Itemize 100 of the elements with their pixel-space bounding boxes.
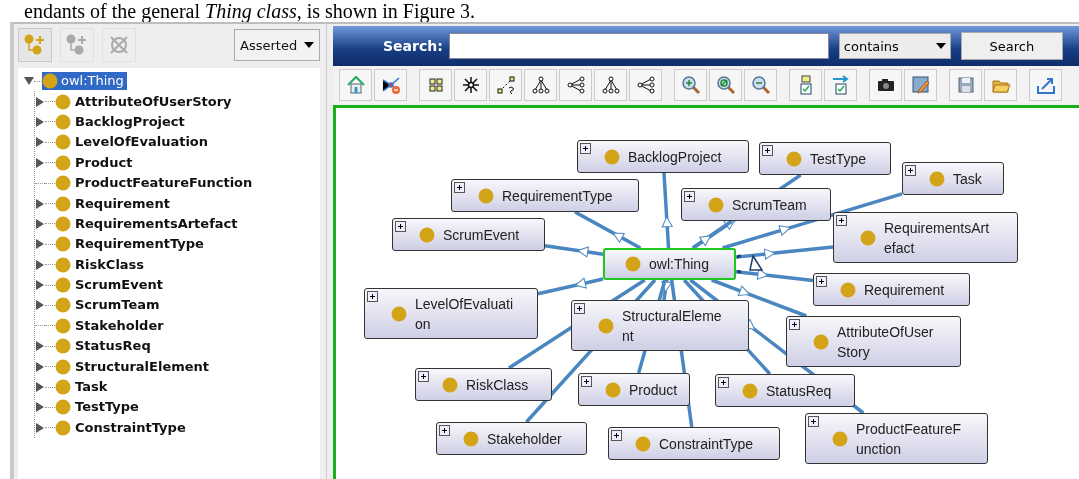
expand-icon[interactable]: [808, 416, 819, 427]
tree-item[interactable]: StructuralElement: [75, 357, 213, 376]
class-node[interactable]: RequirementsArt efact: [833, 212, 1018, 263]
tree-item[interactable]: ProductFeatureFunction: [75, 174, 256, 193]
search-label: Search:: [383, 38, 443, 54]
tree-item[interactable]: ConstraintType: [75, 418, 189, 437]
match-dropdown[interactable]: contains: [838, 33, 951, 59]
edit-image-icon: [909, 74, 932, 96]
tree-item[interactable]: RiskClass: [75, 255, 148, 274]
tree-item[interactable]: LevelOfEvaluation: [75, 133, 212, 152]
expand-icon[interactable]: [35, 280, 45, 291]
expand-icon[interactable]: [35, 259, 45, 270]
class-node[interactable]: StatusReq: [715, 374, 855, 407]
class-node[interactable]: ScrumTeam: [681, 188, 831, 221]
expand-icon[interactable]: [35, 422, 45, 433]
expand-icon[interactable]: [395, 221, 406, 232]
class-node[interactable]: RequirementType: [451, 179, 639, 212]
class-node[interactable]: StructuralEleme nt: [571, 300, 749, 351]
tree-item[interactable]: Stakeholder: [75, 316, 167, 335]
class-node[interactable]: BacklogProject: [577, 140, 749, 173]
expand-icon[interactable]: [35, 300, 45, 311]
tree-item[interactable]: RequirementsArtefact: [75, 214, 241, 233]
class-node[interactable]: AttributeOfUser Story: [786, 316, 961, 367]
expand-icon[interactable]: [35, 157, 45, 168]
expand-icon[interactable]: [718, 377, 729, 388]
expand-icon[interactable]: [35, 96, 45, 107]
toolbar-button[interactable]: [869, 69, 902, 101]
node-label: BacklogProject: [628, 147, 722, 167]
class-icon: [55, 379, 71, 396]
expand-icon[interactable]: [418, 371, 429, 382]
search-button[interactable]: Search: [960, 32, 1063, 60]
class-node[interactable]: owl:Thing: [603, 248, 736, 280]
class-node[interactable]: Requirement: [813, 273, 970, 306]
expand-icon[interactable]: [35, 239, 45, 250]
tree-item[interactable]: RequirementType: [75, 235, 207, 254]
class-node[interactable]: ProductFeatureF unction: [805, 413, 988, 464]
search-field[interactable]: [448, 33, 829, 59]
class-icon: [55, 419, 71, 436]
caption-text: endants of the general Thing class, is shown in Figure 3.: [23, 0, 477, 22]
expand-icon[interactable]: [905, 165, 916, 176]
tree-left-icon: [634, 74, 657, 96]
expand-icon[interactable]: [581, 376, 592, 387]
class-icon: [786, 150, 802, 167]
expand-icon[interactable]: [35, 341, 45, 352]
tree-item[interactable]: ScrumTeam: [75, 296, 163, 315]
collapse-icon[interactable]: [24, 76, 34, 87]
tree-item[interactable]: BacklogProject: [75, 112, 188, 131]
toolbar-button[interactable]: [594, 69, 627, 101]
class-node[interactable]: ScrumEvent: [392, 218, 545, 251]
class-node[interactable]: ConstraintType: [608, 427, 780, 460]
class-icon: [598, 317, 614, 334]
class-node[interactable]: TestType: [759, 142, 891, 175]
expand-icon[interactable]: [35, 382, 45, 393]
class-icon: [813, 333, 829, 350]
class-node[interactable]: Stakeholder: [436, 422, 587, 455]
expand-icon[interactable]: [836, 215, 847, 226]
class-icon: [55, 215, 71, 232]
expand-icon[interactable]: [35, 116, 45, 127]
class-node[interactable]: Product: [578, 373, 690, 406]
tree-item[interactable]: StatusReq: [75, 337, 154, 356]
expand-icon[interactable]: [454, 182, 465, 193]
class-node[interactable]: Task: [902, 162, 1004, 195]
caret-icon: [304, 42, 314, 48]
expand-icon[interactable]: [574, 303, 585, 314]
node-label: Product: [629, 380, 678, 400]
class-icon: [391, 305, 407, 322]
tree-item[interactable]: Task: [75, 378, 111, 397]
toolbar-button[interactable]: [524, 69, 557, 101]
expand-icon[interactable]: [35, 218, 45, 229]
hierarchy-dropdown[interactable]: Asserted: [234, 29, 320, 61]
class-icon: [55, 93, 71, 110]
expand-icon[interactable]: [35, 402, 45, 413]
class-node[interactable]: LevelOfEvaluati on: [364, 288, 538, 339]
tree-item[interactable]: AttributeOfUserStory: [75, 92, 235, 111]
expand-icon[interactable]: [367, 291, 378, 302]
class-icon: [478, 187, 494, 204]
expand-icon[interactable]: [35, 198, 45, 209]
class-node[interactable]: RiskClass: [415, 368, 552, 401]
tree-item[interactable]: ScrumEvent: [75, 276, 166, 295]
class-icon: [55, 358, 71, 375]
toolbar-button[interactable]: [374, 69, 407, 101]
node-label: owl:Thing: [649, 255, 709, 274]
expand-icon[interactable]: [789, 319, 800, 330]
tree-item[interactable]: Requirement: [75, 194, 173, 213]
caret-icon: [935, 43, 946, 49]
expand-icon[interactable]: [580, 143, 591, 154]
expand-icon[interactable]: [816, 276, 827, 287]
expand-icon[interactable]: [762, 145, 773, 156]
toolbar-button[interactable]: [559, 69, 592, 101]
expand-icon[interactable]: [611, 430, 622, 441]
zoom-out-icon: [749, 74, 772, 96]
tree-item[interactable]: Product: [75, 153, 136, 172]
expand-icon[interactable]: [684, 191, 695, 202]
expand-icon[interactable]: [35, 137, 45, 148]
tree-item[interactable]: TestType: [75, 398, 142, 417]
toolbar-button[interactable]: [629, 69, 662, 101]
expand-icon[interactable]: [439, 425, 450, 436]
class-icon: [55, 338, 71, 355]
toolbar-button[interactable]: [454, 69, 487, 101]
expand-icon[interactable]: [35, 361, 45, 372]
